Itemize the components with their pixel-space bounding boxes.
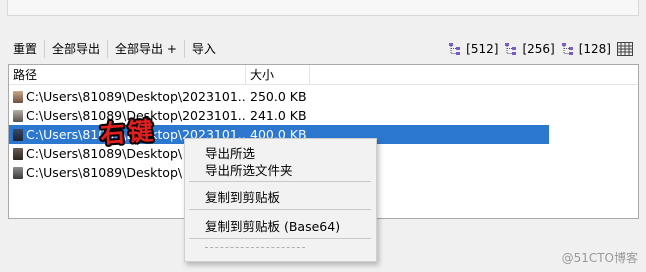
list-header: 路径 大小 xyxy=(9,65,638,85)
menu-copy-to-clipboard[interactable]: 复制到剪贴板 xyxy=(205,187,280,206)
column-divider[interactable] xyxy=(245,65,246,84)
toolbar-separator xyxy=(107,40,109,58)
image-thumbnail-icon xyxy=(13,129,23,141)
toolbar-separator xyxy=(183,40,185,58)
toolbar: 重置 全部导出 全部导出 + 导入 [512] [256] [128] xyxy=(7,38,639,60)
menu-separator xyxy=(189,209,371,210)
row-path: C:\Users\81089\Desktop\2023101... xyxy=(26,89,246,104)
export-all-plus-button[interactable]: 全部导出 + xyxy=(109,39,183,59)
tree-icon xyxy=(505,43,517,55)
reset-button[interactable]: 重置 xyxy=(7,39,43,59)
row-size: 250.0 KB xyxy=(250,89,307,104)
image-thumbnail-icon xyxy=(13,167,23,179)
grid-view-icon[interactable] xyxy=(617,42,633,56)
menu-copy-base64[interactable]: 复制到剪贴板 (Base64) xyxy=(205,216,340,235)
tree-icon xyxy=(449,43,461,55)
menu-separator xyxy=(189,181,371,182)
tree-icon xyxy=(561,43,573,55)
size-256-label: [256] xyxy=(522,42,555,56)
column-divider[interactable] xyxy=(309,65,310,84)
right-click-annotation: 右键 xyxy=(99,116,158,149)
row-size: 241.0 KB xyxy=(250,108,307,123)
export-all-button[interactable]: 全部导出 xyxy=(46,39,106,59)
image-thumbnail-icon xyxy=(13,110,23,122)
menu-export-selected-folder[interactable]: 导出所选文件夹 xyxy=(205,160,293,179)
image-thumbnail-icon xyxy=(13,91,23,103)
size-buttons: [512] [256] [128] xyxy=(448,38,633,60)
top-panel xyxy=(7,0,639,16)
size-128-button[interactable]: [128] xyxy=(561,42,611,56)
image-thumbnail-icon xyxy=(13,148,23,160)
size-256-button[interactable]: [256] xyxy=(504,42,555,56)
size-512-label: [512] xyxy=(466,42,499,56)
toolbar-separator xyxy=(44,40,46,58)
column-header-size[interactable]: 大小 xyxy=(250,65,274,85)
context-menu: 导出所选 导出所选文件夹 复制到剪贴板 复制到剪贴板 (Base64) xyxy=(184,138,377,262)
menu-separator xyxy=(189,238,371,239)
column-header-path[interactable]: 路径 xyxy=(13,65,37,85)
list-row[interactable]: C:\Users\81089\Desktop\2023101... 241.0 … xyxy=(9,106,549,125)
size-512-button[interactable]: [512] xyxy=(448,42,498,56)
size-128-label: [128] xyxy=(578,42,611,56)
menu-disabled-item xyxy=(205,247,305,248)
import-button[interactable]: 导入 xyxy=(186,39,222,59)
watermark: @51CTO博客 xyxy=(561,251,638,265)
list-row[interactable]: C:\Users\81089\Desktop\2023101... 250.0 … xyxy=(9,87,549,106)
